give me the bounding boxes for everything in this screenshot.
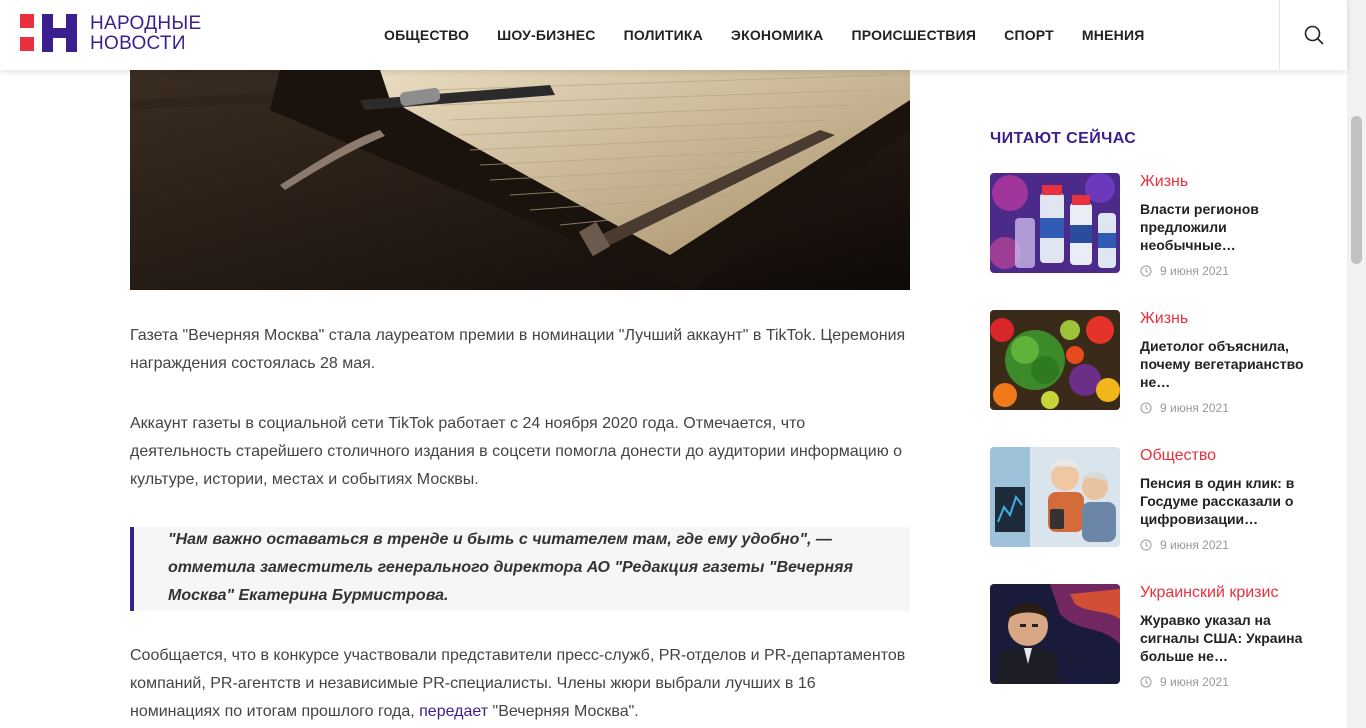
card-date-text: 9 июня 2021 — [1160, 264, 1229, 278]
clock-icon — [1140, 402, 1152, 414]
card-thumbnail[interactable] — [990, 173, 1120, 273]
card-thumbnail[interactable] — [990, 447, 1120, 547]
card-date-text: 9 июня 2021 — [1160, 675, 1229, 689]
card-category[interactable]: Украинский кризис — [1140, 584, 1278, 602]
logo-line-2: НОВОСТИ — [90, 33, 186, 54]
card-headline[interactable]: Власти регионов предложили необычные… — [1140, 200, 1305, 254]
card-headline[interactable]: Журавко указал на сигналы США: Украина б… — [1140, 611, 1305, 665]
scrollbar-thumb[interactable] — [1351, 116, 1362, 264]
search-icon — [1304, 25, 1324, 45]
site-header: НАРОДНЫЕ НОВОСТИ ОБЩЕСТВО ШОУ-БИЗНЕС ПОЛ… — [0, 0, 1347, 70]
trending-card[interactable]: Жизнь Диетолог объяснила, почему вегетар… — [990, 310, 1320, 415]
card-date: 9 июня 2021 — [1140, 538, 1229, 552]
card-headline[interactable]: Диетолог объяснила, почему вегетарианств… — [1140, 337, 1305, 391]
paragraph-3-end: "Вечерняя Москва". — [488, 703, 639, 720]
card-date: 9 июня 2021 — [1140, 264, 1229, 278]
source-link[interactable]: передает — [419, 703, 488, 720]
logo-mark — [20, 14, 80, 54]
trending-card[interactable]: Жизнь Власти регионов предложили необычн… — [990, 173, 1320, 278]
main-nav: ОБЩЕСТВО ШОУ-БИЗНЕС ПОЛИТИКА ЭКОНОМИКА П… — [370, 0, 1158, 70]
card-thumbnail[interactable] — [990, 584, 1120, 684]
nav-item-sport[interactable]: СПОРТ — [1004, 27, 1054, 43]
logo-text: НАРОДНЫЕ НОВОСТИ — [90, 14, 202, 54]
nav-item-opinions[interactable]: МНЕНИЯ — [1082, 27, 1145, 43]
article-hero-image — [130, 70, 910, 290]
card-category[interactable]: Общество — [1140, 447, 1216, 465]
sidebar-title: ЧИТАЮТ СЕЙЧАС — [990, 130, 1137, 147]
clock-icon — [1140, 539, 1152, 551]
site-logo[interactable]: НАРОДНЫЕ НОВОСТИ — [20, 14, 202, 54]
clock-icon — [1140, 676, 1152, 688]
card-category[interactable]: Жизнь — [1140, 310, 1188, 328]
card-headline[interactable]: Пенсия в один клик: в Госдуме рассказали… — [1140, 474, 1305, 528]
quote-text: "Нам важно оставаться в тренде и быть с … — [168, 531, 854, 604]
nav-item-society[interactable]: ОБЩЕСТВО — [384, 27, 469, 43]
article-quote: "Нам важно оставаться в тренде и быть с … — [130, 527, 910, 611]
trending-card[interactable]: Общество Пенсия в один клик: в Госдуме р… — [990, 447, 1320, 552]
clock-icon — [1140, 265, 1152, 277]
card-date-text: 9 июня 2021 — [1160, 538, 1229, 552]
card-date: 9 июня 2021 — [1140, 401, 1229, 415]
card-date-text: 9 июня 2021 — [1160, 401, 1229, 415]
trending-card[interactable]: Украинский кризис Журавко указал на сигн… — [990, 584, 1320, 689]
article-paragraph-2: Аккаунт газеты в социальной сети TikTok … — [130, 415, 903, 488]
card-date: 9 июня 2021 — [1140, 675, 1229, 689]
nav-item-incidents[interactable]: ПРОИСШЕСТВИЯ — [852, 27, 977, 43]
search-button[interactable] — [1279, 0, 1347, 70]
article-paragraph-3: Сообщается, что в конкурсе участвовали п… — [130, 642, 910, 726]
nav-item-economy[interactable]: ЭКОНОМИКА — [731, 27, 824, 43]
logo-line-1: НАРОДНЫЕ — [90, 13, 202, 34]
card-category[interactable]: Жизнь — [1140, 173, 1188, 191]
nav-item-showbiz[interactable]: ШОУ-БИЗНЕС — [497, 27, 595, 43]
page-scrollbar[interactable] — [1347, 0, 1366, 728]
nav-item-politics[interactable]: ПОЛИТИКА — [624, 27, 703, 43]
article-paragraph-1: Газета "Вечерняя Москва" стала лауреатом… — [130, 327, 906, 372]
card-thumbnail[interactable] — [990, 310, 1120, 410]
